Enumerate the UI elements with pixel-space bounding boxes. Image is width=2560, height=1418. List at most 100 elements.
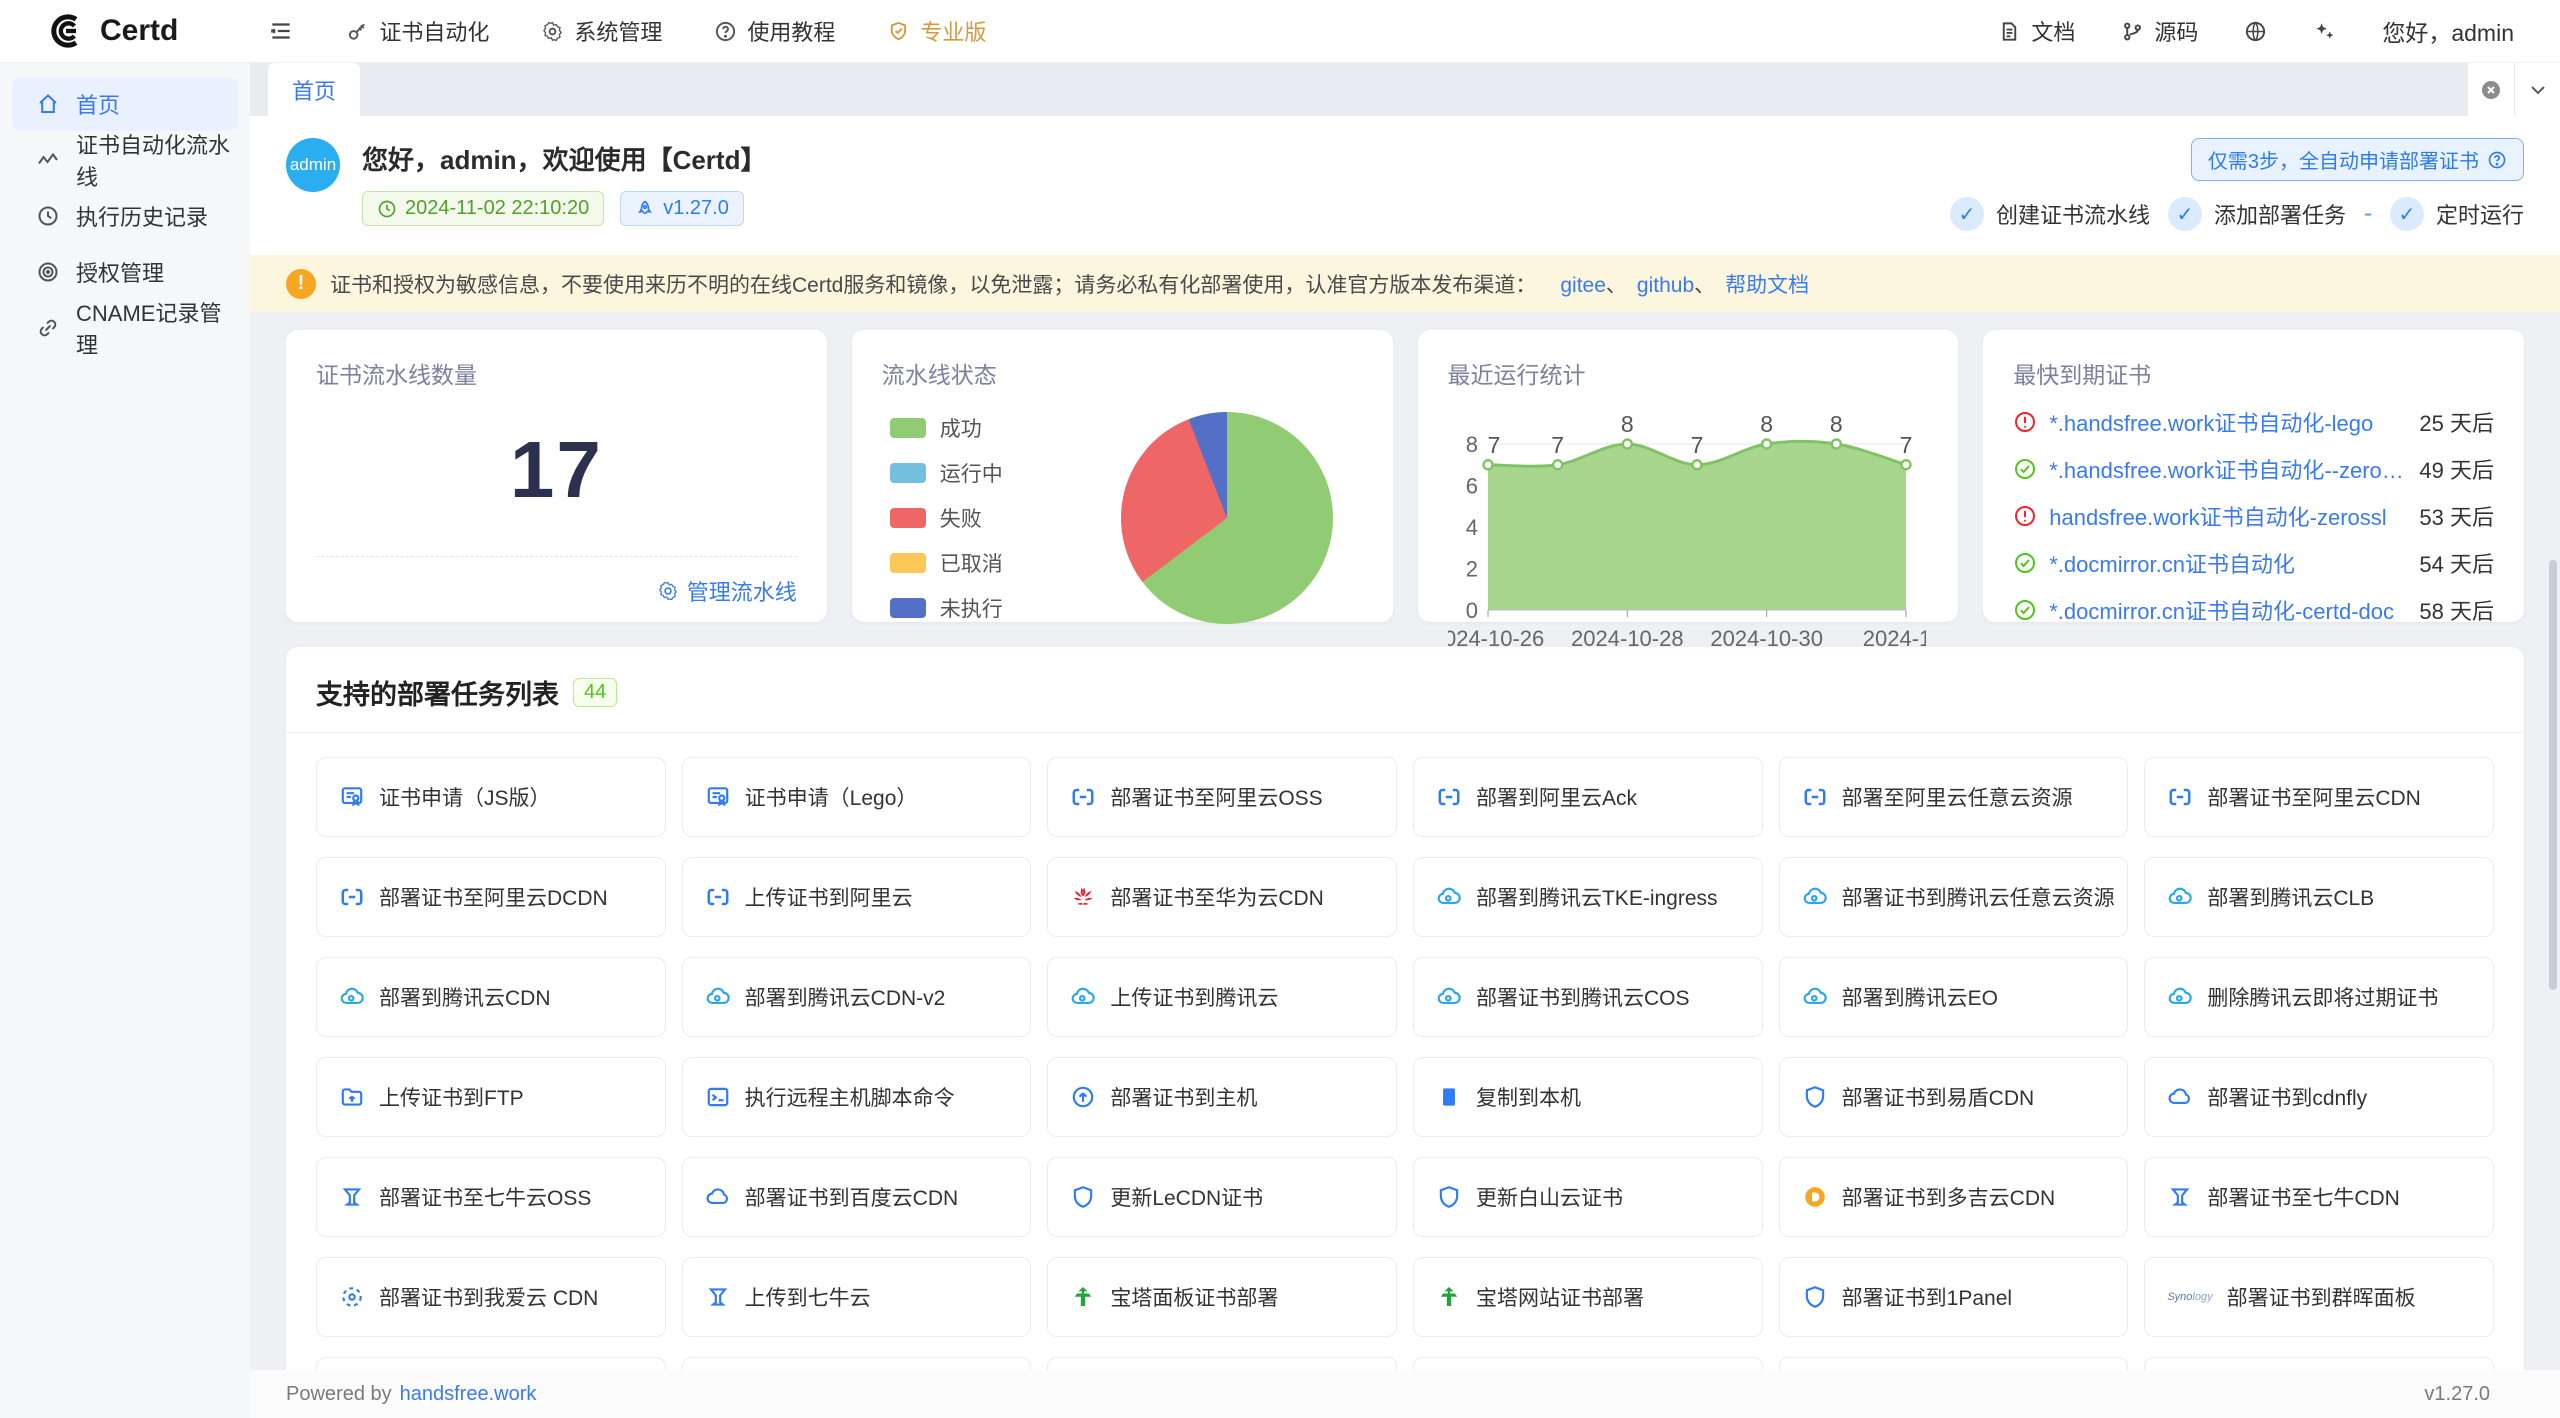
deploy-tasks-title: 支持的部署任务列表 bbox=[316, 673, 559, 712]
task-card-10[interactable]: 部署证书到腾讯云任意云资源 bbox=[1779, 857, 2129, 937]
task-card-17[interactable]: 删除腾讯云即将过期证书 bbox=[2144, 957, 2494, 1037]
sidebar-item-4[interactable]: CNAME记录管理 bbox=[12, 301, 238, 355]
task-card-18[interactable]: 上传证书到FTP bbox=[316, 1057, 666, 1137]
quick-steps: ✓创建证书流水线✓添加部署任务-✓定时运行 bbox=[1950, 197, 2524, 231]
task-card-26[interactable]: 更新LeCDN证书 bbox=[1047, 1157, 1397, 1237]
cert-days: 58 天后 bbox=[2419, 594, 2494, 626]
task-card-6[interactable]: 部署证书至阿里云DCDN bbox=[316, 857, 666, 937]
sidebar-item-3[interactable]: 授权管理 bbox=[12, 245, 238, 299]
legend-item-0[interactable]: 成功 bbox=[890, 413, 1003, 443]
task-card-3[interactable]: 部署到阿里云Ack bbox=[1413, 757, 1763, 837]
task-card-16[interactable]: 部署到腾讯云EO bbox=[1779, 957, 2129, 1037]
task-card-clipped-3[interactable] bbox=[1413, 1357, 1763, 1370]
task-label: 部署证书到cdnfly bbox=[2207, 1082, 2367, 1112]
task-card-23[interactable]: 部署证书到cdnfly bbox=[2144, 1057, 2494, 1137]
task-card-7[interactable]: 上传证书到阿里云 bbox=[682, 857, 1032, 937]
main-scrollbar[interactable] bbox=[2549, 560, 2557, 990]
task-card-5[interactable]: 部署证书至阿里云CDN bbox=[2144, 757, 2494, 837]
tab-menu-button[interactable] bbox=[2514, 63, 2560, 116]
nav-item-3[interactable]: 专业版 bbox=[887, 15, 986, 47]
legend-item-1[interactable]: 运行中 bbox=[890, 458, 1003, 488]
auto-deploy-tip-button[interactable]: 仅需3步，全自动申请部署证书 bbox=[2191, 138, 2524, 181]
baota-icon bbox=[1070, 1284, 1096, 1310]
close-circle-icon bbox=[2479, 78, 2503, 102]
cert-name-link[interactable]: *.handsfree.work证书自动化-lego bbox=[2049, 406, 2407, 438]
task-card-19[interactable]: 执行远程主机脚本命令 bbox=[682, 1057, 1032, 1137]
user-greeting[interactable]: 您好，admin bbox=[2382, 14, 2514, 48]
cert-name-link[interactable]: *.docmirror.cn证书自动化-certd-doc bbox=[2049, 594, 2407, 626]
task-card-15[interactable]: 部署证书到腾讯云COS bbox=[1413, 957, 1763, 1037]
task-card-20[interactable]: 部署证书到主机 bbox=[1047, 1057, 1397, 1137]
cert-name-link[interactable]: *.docmirror.cn证书自动化 bbox=[2049, 547, 2407, 579]
task-card-22[interactable]: 部署证书到易盾CDN bbox=[1779, 1057, 2129, 1137]
cert-name-link[interactable]: *.handsfree.work证书自动化--zerossl bbox=[2049, 453, 2407, 485]
nav-right-item-1[interactable]: 源码 bbox=[2121, 15, 2198, 47]
task-card-29[interactable]: 部署证书至七牛CDN bbox=[2144, 1157, 2494, 1237]
task-card-4[interactable]: 部署至阿里云任意云资源 bbox=[1779, 757, 2129, 837]
brand[interactable]: Certd bbox=[46, 11, 178, 51]
nav-item-2[interactable]: 使用教程 bbox=[714, 15, 835, 47]
task-card-25[interactable]: 部署证书到百度云CDN bbox=[682, 1157, 1032, 1237]
task-card-21[interactable]: 复制到本机 bbox=[1413, 1057, 1763, 1137]
task-card-clipped-1[interactable] bbox=[682, 1357, 1032, 1370]
aliyun-icon bbox=[1070, 784, 1096, 810]
task-card-clipped-4[interactable] bbox=[1779, 1357, 2129, 1370]
cert-row-3: *.docmirror.cn证书自动化 54 天后 bbox=[2013, 547, 2494, 579]
nav-right-item-3[interactable] bbox=[2313, 20, 2336, 43]
notice-link-帮助文档[interactable]: 帮助文档 bbox=[1725, 274, 1809, 297]
close-tabs-button[interactable] bbox=[2468, 63, 2514, 116]
task-card-28[interactable]: 部署证书到多吉云CDN bbox=[1779, 1157, 2129, 1237]
task-card-9[interactable]: 部署到腾讯云TKE-ingress bbox=[1413, 857, 1763, 937]
task-card-14[interactable]: 上传证书到腾讯云 bbox=[1047, 957, 1397, 1037]
task-card-clipped-2[interactable] bbox=[1047, 1357, 1397, 1370]
task-card-31[interactable]: 上传到七牛云 bbox=[682, 1257, 1032, 1337]
nav-item-0[interactable]: 证书自动化 bbox=[346, 15, 489, 47]
sidebar-item-label: 证书自动化流水线 bbox=[76, 128, 238, 192]
qiniu-icon bbox=[339, 1184, 365, 1210]
sidebar-item-1[interactable]: 证书自动化流水线 bbox=[12, 133, 238, 187]
task-card-1[interactable]: 证书申请（Lego） bbox=[682, 757, 1032, 837]
task-card-24[interactable]: 部署证书至七牛云OSS bbox=[316, 1157, 666, 1237]
nav-item-1[interactable]: 系统管理 bbox=[541, 15, 662, 47]
card-title: 流水线状态 bbox=[882, 356, 1363, 390]
task-card-clipped-5[interactable] bbox=[2144, 1357, 2494, 1370]
pie-legend: 成功 运行中 失败 已取消 未执行 bbox=[890, 413, 1003, 623]
legend-item-3[interactable]: 已取消 bbox=[890, 548, 1003, 578]
task-card-11[interactable]: 部署到腾讯云CLB bbox=[2144, 857, 2494, 937]
task-label: 更新白山云证书 bbox=[1476, 1182, 1623, 1212]
pipeline-count-card: 证书流水线数量 17 管理流水线 bbox=[286, 330, 827, 622]
task-card-13[interactable]: 部署到腾讯云CDN-v2 bbox=[682, 957, 1032, 1037]
task-card-35[interactable]: Synology部署证书到群晖面板 bbox=[2144, 1257, 2494, 1337]
task-card-clipped-0[interactable] bbox=[316, 1357, 666, 1370]
version-badge: v1.27.0 bbox=[620, 191, 744, 226]
nav-right-item-0[interactable]: 文档 bbox=[1998, 15, 2075, 47]
sidebar-item-0[interactable]: 首页 bbox=[12, 77, 238, 131]
cert-name-link[interactable]: handsfree.work证书自动化-zerossl bbox=[2049, 500, 2407, 532]
avatar[interactable]: admin bbox=[286, 138, 340, 192]
task-card-34[interactable]: 部署证书到1Panel bbox=[1779, 1257, 2129, 1337]
tab-home[interactable]: 首页 bbox=[268, 63, 360, 116]
legend-item-4[interactable]: 未执行 bbox=[890, 593, 1003, 623]
cert-icon bbox=[705, 784, 731, 810]
notice-link-github[interactable]: github bbox=[1637, 274, 1694, 297]
huawei-icon bbox=[1070, 884, 1096, 910]
task-card-32[interactable]: 宝塔面板证书部署 bbox=[1047, 1257, 1397, 1337]
task-label: 上传证书到腾讯云 bbox=[1110, 982, 1278, 1012]
menu-collapse-icon[interactable] bbox=[268, 18, 294, 44]
cert-days: 54 天后 bbox=[2419, 547, 2494, 579]
handsfree-link[interactable]: handsfree.work bbox=[400, 1383, 537, 1406]
manage-pipelines-link[interactable]: 管理流水线 bbox=[657, 575, 797, 607]
notice-link-gitee[interactable]: gitee bbox=[1560, 274, 1606, 297]
task-card-2[interactable]: 部署证书至阿里云OSS bbox=[1047, 757, 1397, 837]
task-card-27[interactable]: 更新白山云证书 bbox=[1413, 1157, 1763, 1237]
task-card-30[interactable]: 部署证书到我爱云 CDN bbox=[316, 1257, 666, 1337]
task-card-33[interactable]: 宝塔网站证书部署 bbox=[1413, 1257, 1763, 1337]
task-card-0[interactable]: 证书申请（JS版） bbox=[316, 757, 666, 837]
svg-text:7: 7 bbox=[1551, 432, 1564, 458]
task-label: 上传证书到FTP bbox=[379, 1082, 524, 1112]
nav-right-item-2[interactable] bbox=[2244, 20, 2267, 43]
task-card-12[interactable]: 部署到腾讯云CDN bbox=[316, 957, 666, 1037]
sidebar-item-2[interactable]: 执行历史记录 bbox=[12, 189, 238, 243]
legend-item-2[interactable]: 失败 bbox=[890, 503, 1003, 533]
task-card-8[interactable]: 部署证书至华为云CDN bbox=[1047, 857, 1397, 937]
